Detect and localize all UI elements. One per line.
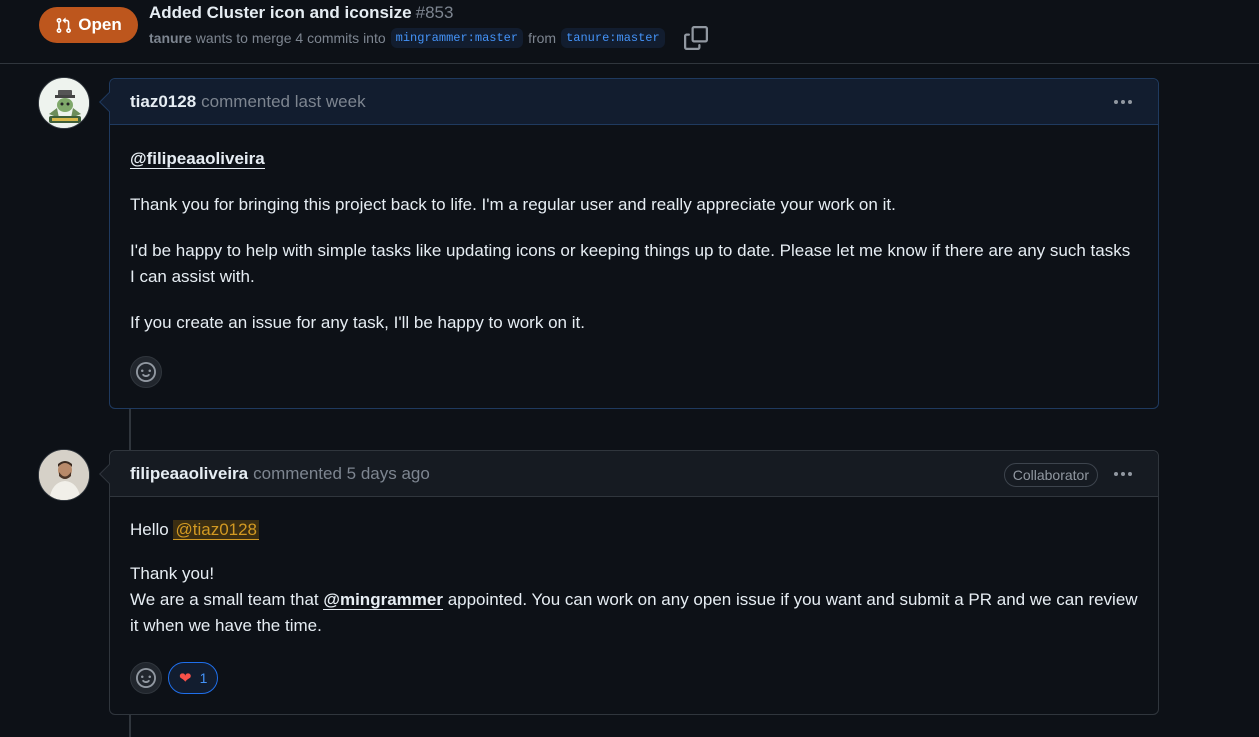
comment-header: filipeaaoliveira commented 5 days ago Co…: [99, 451, 1158, 497]
timeline-connector: [129, 409, 131, 451]
smiley-icon: [136, 362, 156, 382]
smiley-icon: [136, 668, 156, 688]
head-branch[interactable]: tanure:master: [561, 28, 665, 48]
user-mention-highlighted[interactable]: @tiaz0128: [173, 520, 260, 540]
add-reaction-button[interactable]: [130, 662, 162, 694]
from-text: from: [528, 30, 557, 46]
comment-caret: [99, 464, 119, 484]
heart-icon: ❤: [179, 670, 192, 687]
collaborator-badge: Collaborator: [1003, 463, 1098, 487]
comment-paragraph: Thank you for bringing this project back…: [130, 195, 896, 214]
comment-header: tiaz0128 commented last week: [99, 79, 1158, 125]
comment-card: filipeaaoliveira commented 5 days ago Co…: [99, 450, 1159, 715]
comment-body: @filipeaaoliveira Thank you for bringing…: [110, 125, 1158, 336]
comment-body: Hello @tiaz0128 Thank you! We are a smal…: [110, 497, 1158, 639]
comment-timestamp[interactable]: commented last week: [201, 92, 365, 112]
merge-text: wants to merge 4 commits into: [195, 30, 386, 46]
kebab-horizontal-icon[interactable]: [1110, 463, 1136, 485]
base-branch[interactable]: mingrammer:master: [390, 28, 524, 48]
pr-number: #853: [415, 3, 454, 22]
user-mention[interactable]: @mingrammer: [323, 590, 443, 610]
comment-author[interactable]: tiaz0128: [130, 92, 196, 112]
git-pull-request-icon: [56, 17, 72, 33]
pr-merge-info: tanure wants to merge 4 commits into min…: [149, 28, 670, 48]
comment-caret: [99, 92, 119, 112]
reaction-count: 1: [199, 670, 208, 686]
pr-state-badge: Open: [39, 7, 138, 43]
avatar-tiaz0128[interactable]: [38, 77, 90, 129]
avatar-image: [39, 78, 89, 128]
comment-line: Thank you!: [130, 564, 215, 583]
avatar-image: [39, 450, 89, 500]
pr-state-label: Open: [78, 15, 122, 34]
pr-sticky-header: Open Added Cluster icon and iconsize #853…: [0, 0, 1259, 64]
user-mention[interactable]: @filipeaaoliveira: [130, 149, 265, 169]
timeline-connector: [129, 714, 131, 737]
avatar-filipeaaoliveira[interactable]: [38, 449, 90, 501]
comment-paragraph: I'd be happy to help with simple tasks l…: [130, 241, 1131, 286]
add-reaction-button[interactable]: [130, 356, 162, 388]
reactions-bar: ❤ 1: [130, 662, 219, 694]
pr-title[interactable]: Added Cluster icon and iconsize #853: [149, 3, 453, 23]
comment-timestamp[interactable]: commented 5 days ago: [253, 464, 430, 484]
reactions-bar: [130, 356, 162, 388]
pr-author-link[interactable]: tanure: [149, 30, 192, 46]
greeting-text: Hello: [130, 520, 169, 539]
copy-icon[interactable]: [684, 26, 708, 50]
pr-title-text[interactable]: Added Cluster icon and iconsize: [149, 3, 412, 22]
comment-paragraph: If you create an issue for any task, I'l…: [130, 313, 585, 332]
comment-card: tiaz0128 commented last week @filipeaaol…: [99, 78, 1159, 409]
comment-line-prefix: We are a small team that: [130, 590, 319, 609]
heart-reaction-button[interactable]: ❤ 1: [168, 662, 219, 694]
kebab-horizontal-icon[interactable]: [1110, 91, 1136, 113]
comment-author[interactable]: filipeaaoliveira: [130, 464, 248, 484]
